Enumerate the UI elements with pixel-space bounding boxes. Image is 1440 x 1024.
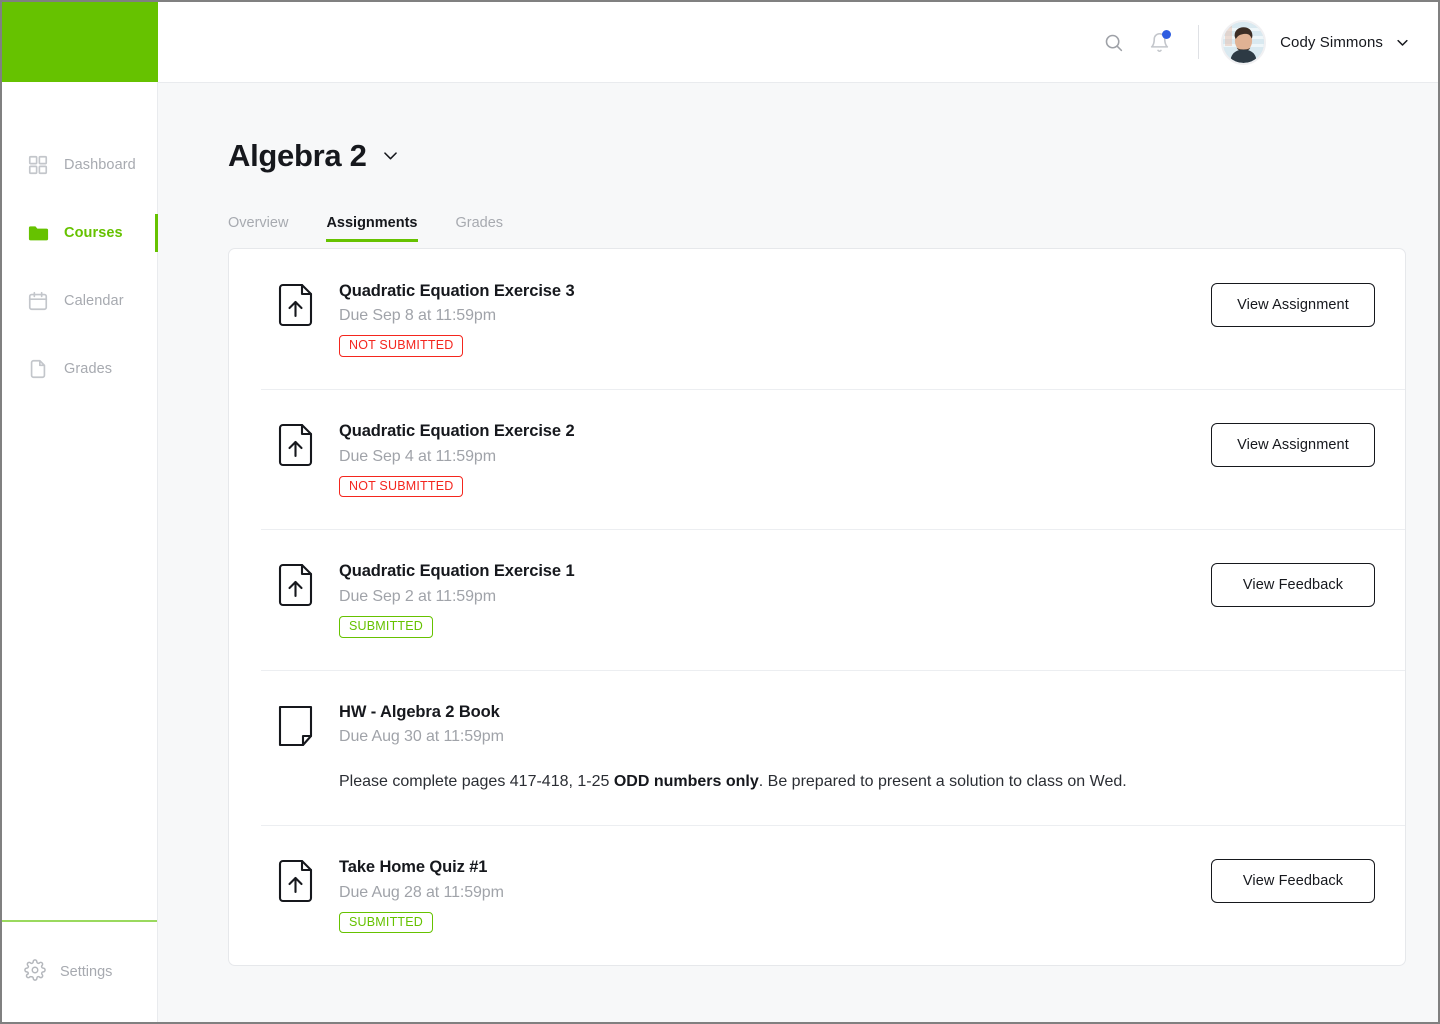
sidebar-item-settings-label: Settings (60, 964, 113, 980)
chevron-down-icon[interactable] (381, 146, 400, 165)
sidebar-item-calendar[interactable]: Calendar (2, 278, 157, 324)
assignment-title: Take Home Quiz #1 (339, 858, 488, 877)
tab-assignments[interactable]: Assignments (326, 215, 418, 242)
notification-dot (1162, 30, 1172, 39)
assignment-row: Take Home Quiz #1 Due Aug 28 at 11:59pm SU… (229, 825, 1405, 965)
brand-logo-block[interactable] (2, 2, 158, 82)
assignments-card: Quadratic Equation Exercise 3 Due Sep 8 a… (228, 248, 1406, 967)
calendar-icon (26, 289, 50, 313)
assignment-due-date: Due Sep 2 at 11:59pm (339, 587, 496, 605)
assignment-details: HW - Algebra 2 Book Due Aug 30 at 11:59pm… (339, 702, 1189, 794)
sidebar-item-settings[interactable]: Settings (2, 922, 157, 1022)
assignment-description-tail: . Be prepared to present a solution to c… (758, 773, 1127, 790)
search-icon[interactable] (1096, 25, 1130, 59)
sidebar-nav: Dashboard Courses Calendar Grades (2, 82, 158, 392)
assignment-row: Quadratic Equation Exercise 2 Due Sep 4 a… (229, 389, 1405, 529)
tab-overview[interactable]: Overview (228, 215, 288, 242)
assignment-title: Quadratic Equation Exercise 3 (339, 282, 575, 300)
sidebar-item-grades[interactable]: Grades (2, 346, 157, 392)
sidebar: Dashboard Courses Calendar Grades Settings (2, 2, 158, 1022)
assignment-due-date: Due Sep 8 at 11:59pm (339, 307, 496, 325)
chevron-down-icon[interactable] (1395, 35, 1410, 50)
status-badge: NOT SUBMITTED (339, 335, 464, 358)
view-assignment-button[interactable]: View Feedback (1211, 563, 1375, 608)
assignment-details: Quadratic Equation Exercise 3 Due Sep 8 a… (339, 281, 1189, 358)
assignment-description: Please complete pages 417-418, 1-25 ODD … (339, 770, 1139, 793)
main-content: Algebra 2 Overview Assignments Grades Quad… (158, 83, 1438, 1022)
document-icon (26, 357, 50, 381)
assignment-row: Quadratic Equation Exercise 3 Due Sep 8 a… (229, 249, 1405, 389)
sidebar-item-courses[interactable]: Courses (2, 210, 158, 256)
page-title: Algebra 2 (228, 137, 367, 173)
app-window: Dashboard Courses Calendar Grades Settings (0, 0, 1440, 1024)
avatar (1221, 19, 1267, 65)
assignment-due-date: Due Sep 4 at 11:59pm (339, 447, 496, 465)
assignment-row: HW - Algebra 2 Book Due Aug 30 at 11:59pm… (229, 669, 1405, 826)
sidebar-item-dashboard[interactable]: Dashboard (2, 142, 157, 188)
topbar-divider (1198, 25, 1200, 59)
sidebar-item-label: Calendar (64, 293, 124, 309)
assignment-description-emphasis: ODD numbers only (613, 773, 759, 790)
assignment-title: Quadratic Equation Exercise 2 (339, 422, 575, 441)
assignment-action: View Feedback (1209, 561, 1375, 608)
bell-icon[interactable] (1142, 25, 1176, 59)
status-badge: SUBMITTED (339, 911, 434, 934)
assignment-details: Quadratic Equation Exercise 1 Due Sep 2 a… (339, 561, 1189, 638)
assignment-details: Take Home Quiz #1 Due Aug 28 at 11:59pm SU… (339, 857, 1189, 934)
assignment-title: Quadratic Equation Exercise 1 (339, 562, 575, 581)
tab-bar: Overview Assignments Grades (228, 215, 1438, 242)
view-assignment-button[interactable]: View Assignment (1211, 283, 1375, 327)
sidebar-item-label: Grades (64, 361, 113, 377)
topbar: Cody Simmons (158, 2, 1438, 83)
assignment-action: View Assignment (1209, 421, 1375, 468)
sidebar-bottom: Settings (2, 920, 157, 1022)
assignment-due-date: Due Aug 28 at 11:59pm (339, 883, 504, 901)
document-upload-icon (277, 421, 317, 472)
document-upload-icon (277, 857, 317, 908)
status-badge: NOT SUBMITTED (339, 475, 464, 498)
assignment-details: Quadratic Equation Exercise 2 Due Sep 4 a… (339, 421, 1189, 498)
gear-icon (24, 958, 46, 986)
sidebar-item-label: Courses (64, 225, 123, 241)
view-assignment-button[interactable]: View Feedback (1211, 859, 1375, 904)
assignment-due-date: Due Aug 30 at 11:59pm (339, 728, 504, 745)
status-badge: SUBMITTED (339, 615, 434, 638)
dashboard-grid-icon (26, 153, 50, 177)
assignment-description-lead: Please complete pages 417-418, 1-25 (339, 773, 614, 790)
assignment-title: HW - Algebra 2 Book (339, 702, 500, 721)
document-plain-icon (277, 702, 317, 753)
folder-icon (26, 221, 50, 245)
sidebar-item-label: Dashboard (64, 157, 136, 173)
document-upload-icon (277, 281, 317, 332)
assignment-row: Quadratic Equation Exercise 1 Due Sep 2 a… (229, 529, 1405, 669)
tab-grades[interactable]: Grades (456, 215, 504, 242)
course-selector[interactable]: Algebra 2 (228, 117, 1438, 195)
document-upload-icon (277, 561, 317, 612)
view-assignment-button[interactable]: View Assignment (1211, 423, 1375, 468)
page-header: Algebra 2 Overview Assignments Grades (158, 83, 1438, 242)
user-menu[interactable]: Cody Simmons (1221, 19, 1410, 65)
assignment-action: View Assignment (1209, 281, 1375, 327)
assignment-action (1209, 702, 1375, 704)
assignment-action: View Feedback (1209, 857, 1375, 904)
user-name: Cody Simmons (1280, 33, 1383, 51)
